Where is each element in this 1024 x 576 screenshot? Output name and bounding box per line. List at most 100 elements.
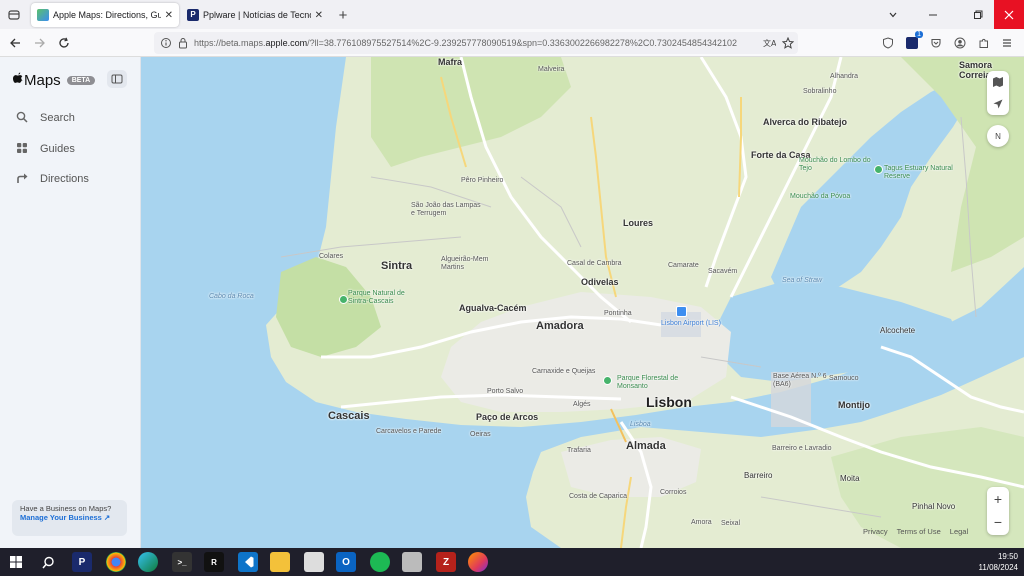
map-place-label[interactable]: Carcavelos e Parede: [376, 428, 441, 436]
extension-shield-icon[interactable]: [879, 34, 897, 52]
edge-icon[interactable]: [138, 552, 158, 572]
map-water-label[interactable]: Sea of Straw: [782, 277, 822, 285]
legal-link[interactable]: Legal: [950, 527, 968, 536]
url-bar[interactable]: https://beta.maps. apple.com/?ll=38.77610…: [154, 32, 798, 54]
map-place-label[interactable]: Sintra: [381, 260, 412, 273]
map-place-label[interactable]: Pinhal Novo: [912, 502, 955, 511]
minimize-window-icon[interactable]: [918, 0, 948, 29]
map-place-label[interactable]: Moita: [840, 474, 860, 483]
back-arrow-icon[interactable]: [6, 34, 24, 52]
park-pin-icon[interactable]: [603, 376, 612, 385]
app-icon[interactable]: R: [204, 552, 224, 572]
reload-icon[interactable]: [55, 34, 73, 52]
map-park-label[interactable]: Parque Natural de Sintra-Cascais: [348, 290, 420, 306]
map-view[interactable]: Lisbon Amadora Sintra Cascais Almada Odivelas…: [141, 57, 1024, 548]
map-place-label[interactable]: Costa de Caparica: [569, 493, 627, 501]
tab-pplware[interactable]: P Pplware | Notícias de Tecnologia ✕: [181, 3, 329, 27]
map-place-label[interactable]: Seixal: [721, 520, 740, 528]
map-place-label[interactable]: Mafra: [438, 57, 462, 67]
translate-icon[interactable]: 文A: [760, 34, 778, 52]
spotify-icon[interactable]: [370, 552, 390, 572]
forward-arrow-icon[interactable]: [31, 34, 49, 52]
zoom-in-button[interactable]: +: [994, 487, 1002, 511]
map-place-label[interactable]: Loures: [623, 218, 653, 228]
map-place-label[interactable]: Base Aérea N.º 6 (BA6): [773, 373, 845, 389]
map-place-label[interactable]: Colares: [319, 253, 343, 261]
business-card[interactable]: Have a Business on Maps? Manage Your Bus…: [12, 500, 127, 536]
map-place-label[interactable]: Malveira: [538, 66, 564, 74]
tab-list-icon[interactable]: [5, 6, 23, 24]
search-icon[interactable]: [38, 552, 58, 572]
chrome-icon[interactable]: [106, 552, 126, 572]
zoom-out-button[interactable]: −: [994, 511, 1002, 535]
system-app-icon[interactable]: [402, 552, 422, 572]
outlook-icon[interactable]: O: [336, 552, 356, 572]
terminal-icon[interactable]: >_: [172, 552, 192, 572]
map-park-label[interactable]: Tagus Estuary Natural Reserve: [884, 165, 956, 181]
map-place-label[interactable]: Amora: [691, 519, 712, 527]
map-park-label[interactable]: Parque Florestal de Monsanto: [617, 375, 689, 391]
map-place-label[interactable]: Lisbon Airport (LIS): [661, 320, 721, 328]
map-place-label[interactable]: Porto Salvo: [487, 388, 523, 396]
map-place-label[interactable]: Sobralinho: [803, 88, 836, 96]
pocket-icon[interactable]: [927, 34, 945, 52]
account-icon[interactable]: [951, 34, 969, 52]
menu-hamburger-icon[interactable]: [998, 34, 1016, 52]
map-water-label[interactable]: Cabo da Roca: [209, 293, 254, 301]
map-park-label[interactable]: Mouchão da Póvoa: [790, 193, 850, 201]
toggle-sidebar-button[interactable]: [107, 70, 127, 88]
extensions-puzzle-icon[interactable]: [975, 34, 993, 52]
site-info-icon[interactable]: [160, 37, 172, 51]
map-place-label[interactable]: Paço de Arcos: [476, 412, 538, 422]
extension-badge-icon[interactable]: 1: [903, 31, 923, 52]
map-place-label[interactable]: Almada: [626, 440, 666, 453]
pplware-app-icon[interactable]: P: [72, 552, 92, 572]
map-place-label[interactable]: Lisbon: [646, 394, 692, 410]
sidebar-item-guides[interactable]: Guides: [13, 138, 75, 160]
map-place-label[interactable]: Montijo: [838, 400, 870, 410]
close-tab-icon[interactable]: ✕: [165, 10, 173, 21]
file-explorer-icon[interactable]: [270, 552, 290, 572]
current-location-button[interactable]: [993, 93, 1003, 115]
firefox-icon[interactable]: [468, 552, 488, 572]
map-place-label[interactable]: Barreiro e Lavradio: [772, 445, 832, 453]
system-clock[interactable]: 19:50 11/08/2024: [979, 551, 1018, 573]
document-app-icon[interactable]: [304, 552, 324, 572]
map-place-label[interactable]: Alverca do Ribatejo: [763, 117, 847, 127]
new-tab-button[interactable]: +: [334, 6, 352, 24]
map-place-label[interactable]: Carnaxide e Queijas: [532, 368, 595, 376]
map-place-label[interactable]: Alhandra: [830, 73, 858, 81]
park-pin-icon[interactable]: [339, 295, 348, 304]
map-place-label[interactable]: São João das Lampas e Terrugem: [411, 202, 483, 218]
sidebar-item-search[interactable]: Search: [13, 107, 75, 129]
restore-window-icon[interactable]: [963, 0, 993, 29]
map-type-button[interactable]: [993, 71, 1003, 93]
map-place-label[interactable]: Camarate: [668, 262, 699, 270]
park-pin-icon[interactable]: [874, 165, 883, 174]
tab-apple-maps[interactable]: Apple Maps: Directions, Guides & Traffic…: [31, 3, 179, 27]
vscode-icon[interactable]: [238, 552, 258, 572]
map-place-label[interactable]: Corroios: [660, 489, 686, 497]
sidebar-item-directions[interactable]: Directions: [13, 168, 89, 190]
map-place-label[interactable]: Agualva-Cacém: [459, 303, 527, 313]
map-place-label[interactable]: Sacavém: [708, 268, 737, 276]
map-place-label[interactable]: Cascais: [328, 410, 370, 423]
list-all-tabs-icon[interactable]: [878, 0, 908, 29]
bookmark-star-icon[interactable]: [779, 34, 797, 52]
map-place-label[interactable]: Algueirão-Mem Martins: [441, 256, 513, 272]
map-place-label[interactable]: Pontinha: [604, 310, 632, 318]
windows-start-icon[interactable]: [6, 552, 26, 572]
close-tab-icon[interactable]: ✕: [315, 10, 323, 21]
map-place-label[interactable]: Oeiras: [470, 431, 491, 439]
map-place-label[interactable]: Barreiro: [744, 471, 772, 480]
map-place-label[interactable]: Trafaria: [567, 447, 591, 455]
privacy-link[interactable]: Privacy: [863, 527, 888, 536]
map-park-label[interactable]: Mouchão do Lombo do Tejo: [799, 157, 871, 173]
map-place-label[interactable]: Pêro Pinheiro: [461, 177, 503, 185]
map-place-label[interactable]: Alcochete: [880, 326, 915, 335]
map-water-label[interactable]: Lisboa: [630, 421, 651, 429]
map-place-label[interactable]: Algés: [573, 401, 591, 409]
manage-business-link[interactable]: Manage Your Business ↗: [20, 513, 119, 522]
airport-pin-icon[interactable]: [676, 306, 687, 317]
compass-button[interactable]: N: [987, 125, 1009, 147]
